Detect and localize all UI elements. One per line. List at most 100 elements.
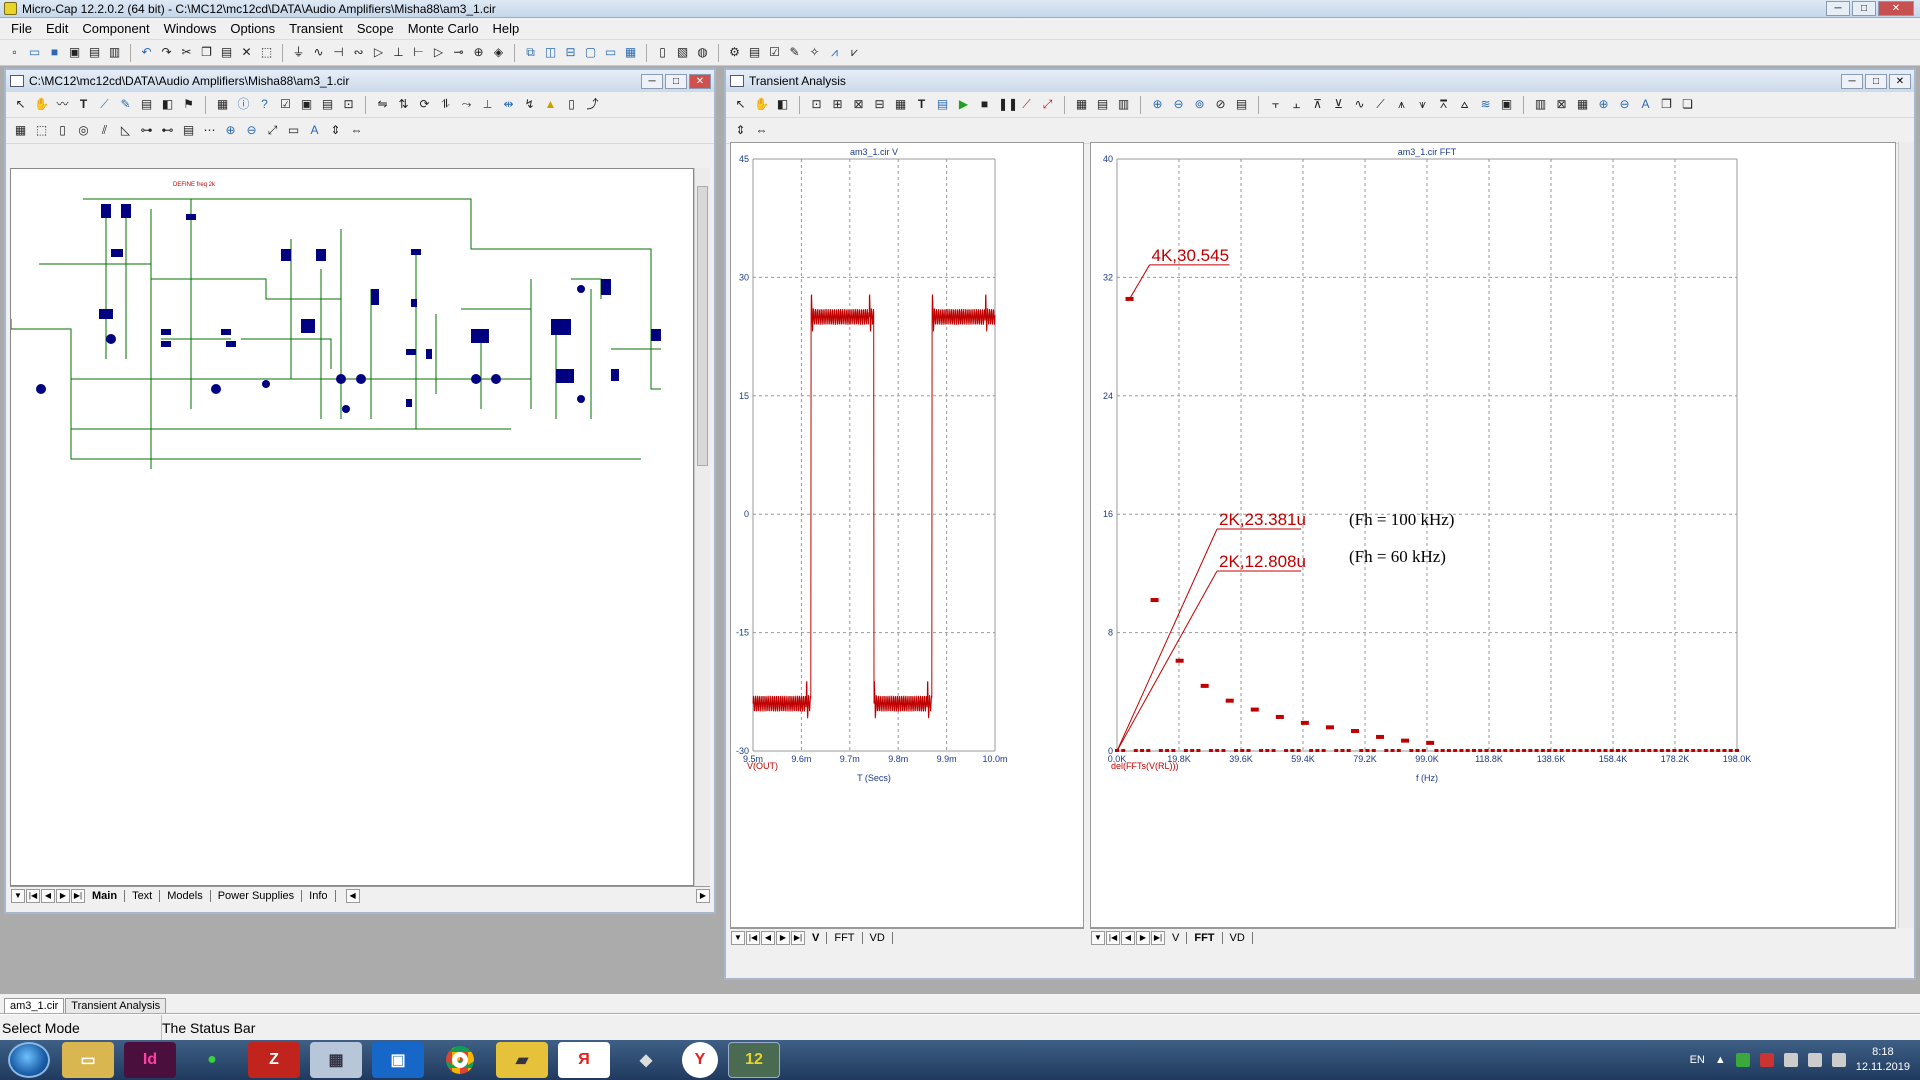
align-icon[interactable]: ⫽: [96, 122, 113, 139]
check-icon[interactable]: ☑: [766, 44, 783, 61]
split-v-icon[interactable]: ⇕: [732, 122, 749, 139]
tile-vertical-icon[interactable]: ◫: [542, 44, 559, 61]
first-page-button[interactable]: ▼: [11, 888, 25, 903]
tab-main[interactable]: Main: [85, 889, 126, 902]
schematic-close-button[interactable]: ✕: [689, 73, 711, 89]
resistor-icon[interactable]: ∿: [310, 44, 327, 61]
right-next-tab[interactable]: ▶: [1136, 930, 1150, 945]
region-icon[interactable]: ⬚: [33, 122, 50, 139]
schematic-canvas[interactable]: DEFINE freq 2k: [10, 168, 694, 886]
battery-icon[interactable]: ⊥: [390, 44, 407, 61]
copy-icon[interactable]: ❐: [198, 44, 215, 61]
select-arrow-icon[interactable]: ↖: [12, 96, 29, 113]
open-folder-icon[interactable]: ▭: [26, 44, 43, 61]
flip-y-icon[interactable]: ⇅: [395, 96, 412, 113]
right-tab-fft[interactable]: FFT: [1187, 931, 1223, 944]
browser-y-taskbar-icon[interactable]: Y: [682, 1042, 718, 1078]
menu-transient[interactable]: Transient: [282, 21, 350, 36]
left-first-tab[interactable]: |◀: [746, 930, 760, 945]
cut-icon[interactable]: ✂: [178, 44, 195, 61]
source-icon[interactable]: ⊕: [470, 44, 487, 61]
warning-icon[interactable]: ▲: [542, 96, 559, 113]
binoculars-icon[interactable]: ⊶: [138, 122, 155, 139]
zoom-region-icon[interactable]: ⊞: [829, 96, 846, 113]
tab-info[interactable]: Info: [302, 889, 336, 902]
microcap-taskbar-icon[interactable]: 12: [728, 1042, 780, 1078]
plot-icon[interactable]: ⊟: [871, 96, 888, 113]
copy-plot-icon[interactable]: ❐: [1658, 96, 1675, 113]
transistor-icon[interactable]: ⊢: [410, 44, 427, 61]
transient-maximize-button[interactable]: □: [1865, 73, 1887, 89]
zoom-in2-icon[interactable]: ⊕: [1595, 96, 1612, 113]
zoom-all-icon[interactable]: ⊚: [1191, 96, 1208, 113]
menu-windows[interactable]: Windows: [157, 21, 224, 36]
inductor-icon[interactable]: ∾: [350, 44, 367, 61]
pan-hand-icon[interactable]: ✋: [33, 96, 50, 113]
menu-file[interactable]: File: [4, 21, 39, 36]
run-icon[interactable]: ▶: [955, 96, 972, 113]
filezilla-taskbar-icon[interactable]: Z: [248, 1042, 300, 1078]
menu-scope[interactable]: Scope: [350, 21, 401, 36]
app-blue-taskbar-icon[interactable]: ▣: [372, 1042, 424, 1078]
folder-taskbar-icon[interactable]: ▰: [496, 1042, 548, 1078]
component-editor-icon[interactable]: ▧: [674, 44, 691, 61]
global-high-icon[interactable]: ⩚: [1393, 96, 1410, 113]
doc-tab-schematic[interactable]: am3_1.cir: [4, 998, 65, 1013]
opamp-icon[interactable]: ▷: [430, 44, 447, 61]
right-plot-panel[interactable]: am3_1.cir FFT 0.0K 19.8K 39.6K 59.4K 79.2K 99.…: [1090, 142, 1896, 928]
left-plot-panel[interactable]: am3_1.cir V 9.5m 9.6m 9.7m 9.8m 9.9m 10.0m 45 30…: [730, 142, 1084, 928]
step-icon[interactable]: ⤳: [458, 96, 475, 113]
triangle-icon[interactable]: ◺: [117, 122, 134, 139]
right-plot-dropdown[interactable]: ▼: [1091, 930, 1105, 945]
indesign-taskbar-icon[interactable]: Id: [124, 1042, 176, 1078]
blank-page-icon[interactable]: ▯: [54, 122, 71, 139]
save-icon[interactable]: ■: [46, 44, 63, 61]
tray-arrow-icon[interactable]: ▲: [1715, 1054, 1726, 1066]
page-icon[interactable]: ▭: [285, 122, 302, 139]
global-low-icon[interactable]: ⩛: [1414, 96, 1431, 113]
calculator-icon[interactable]: ▦: [622, 44, 639, 61]
hscroll-right[interactable]: ▶: [696, 888, 710, 903]
tile-plot-icon[interactable]: ⊠: [850, 96, 867, 113]
font-icon[interactable]: A: [1637, 96, 1654, 113]
schematic-minimize-button[interactable]: ─: [641, 73, 663, 89]
grid-text-icon[interactable]: ▦: [214, 96, 231, 113]
left-prev-tab[interactable]: ◀: [761, 930, 775, 945]
plot-text-icon[interactable]: T: [913, 96, 930, 113]
network-tray-icon[interactable]: [1783, 1053, 1798, 1067]
print-icon[interactable]: ▥: [106, 44, 123, 61]
info-icon[interactable]: ⓘ: [235, 96, 252, 113]
left-tab-fft[interactable]: FFT: [827, 931, 863, 944]
first-tab-button[interactable]: |◀: [26, 888, 40, 903]
slope-icon[interactable]: ⟋: [1372, 96, 1389, 113]
find-icon[interactable]: ⊷: [159, 122, 176, 139]
doc-tab-transient[interactable]: Transient Analysis: [65, 998, 167, 1013]
settings-icon[interactable]: ⚙: [726, 44, 743, 61]
tokens-icon[interactable]: ▤: [1094, 96, 1111, 113]
zoom-out2-icon[interactable]: ⊖: [1616, 96, 1633, 113]
paste-icon[interactable]: ▤: [218, 44, 235, 61]
volume-tray-icon[interactable]: [1831, 1053, 1846, 1067]
line-tool-icon[interactable]: ⟋: [96, 96, 113, 113]
probe-icon[interactable]: ◈: [490, 44, 507, 61]
redo-icon[interactable]: ↷: [158, 44, 175, 61]
menu-monte-carlo[interactable]: Monte Carlo: [401, 21, 486, 36]
wire-icon[interactable]: 〰: [54, 96, 71, 113]
menu-edit[interactable]: Edit: [39, 21, 75, 36]
split-h-icon[interactable]: ⇔: [348, 122, 365, 139]
split-icon[interactable]: ⇕: [327, 122, 344, 139]
stop-icon[interactable]: ■: [976, 96, 993, 113]
zoom-in-icon[interactable]: ⊕: [222, 122, 239, 139]
pin-icon[interactable]: ⊡: [340, 96, 357, 113]
window2-icon[interactable]: ▭: [602, 44, 619, 61]
zoom-in-icon[interactable]: ⊕: [1149, 96, 1166, 113]
pointer-icon[interactable]: ⊠: [1553, 96, 1570, 113]
rotate-icon[interactable]: ⟳: [416, 96, 433, 113]
tab-power-supplies[interactable]: Power Supplies: [211, 889, 303, 902]
close-button[interactable]: ✕: [1878, 1, 1914, 16]
nvidia-tray-icon[interactable]: [1735, 1053, 1750, 1067]
calculator-taskbar-icon[interactable]: ▦: [310, 1042, 362, 1078]
grid-plot-icon[interactable]: ▦: [892, 96, 909, 113]
cursor-mode-icon[interactable]: ⟋: [1018, 96, 1035, 113]
optimize-icon[interactable]: ⩗: [846, 44, 863, 61]
